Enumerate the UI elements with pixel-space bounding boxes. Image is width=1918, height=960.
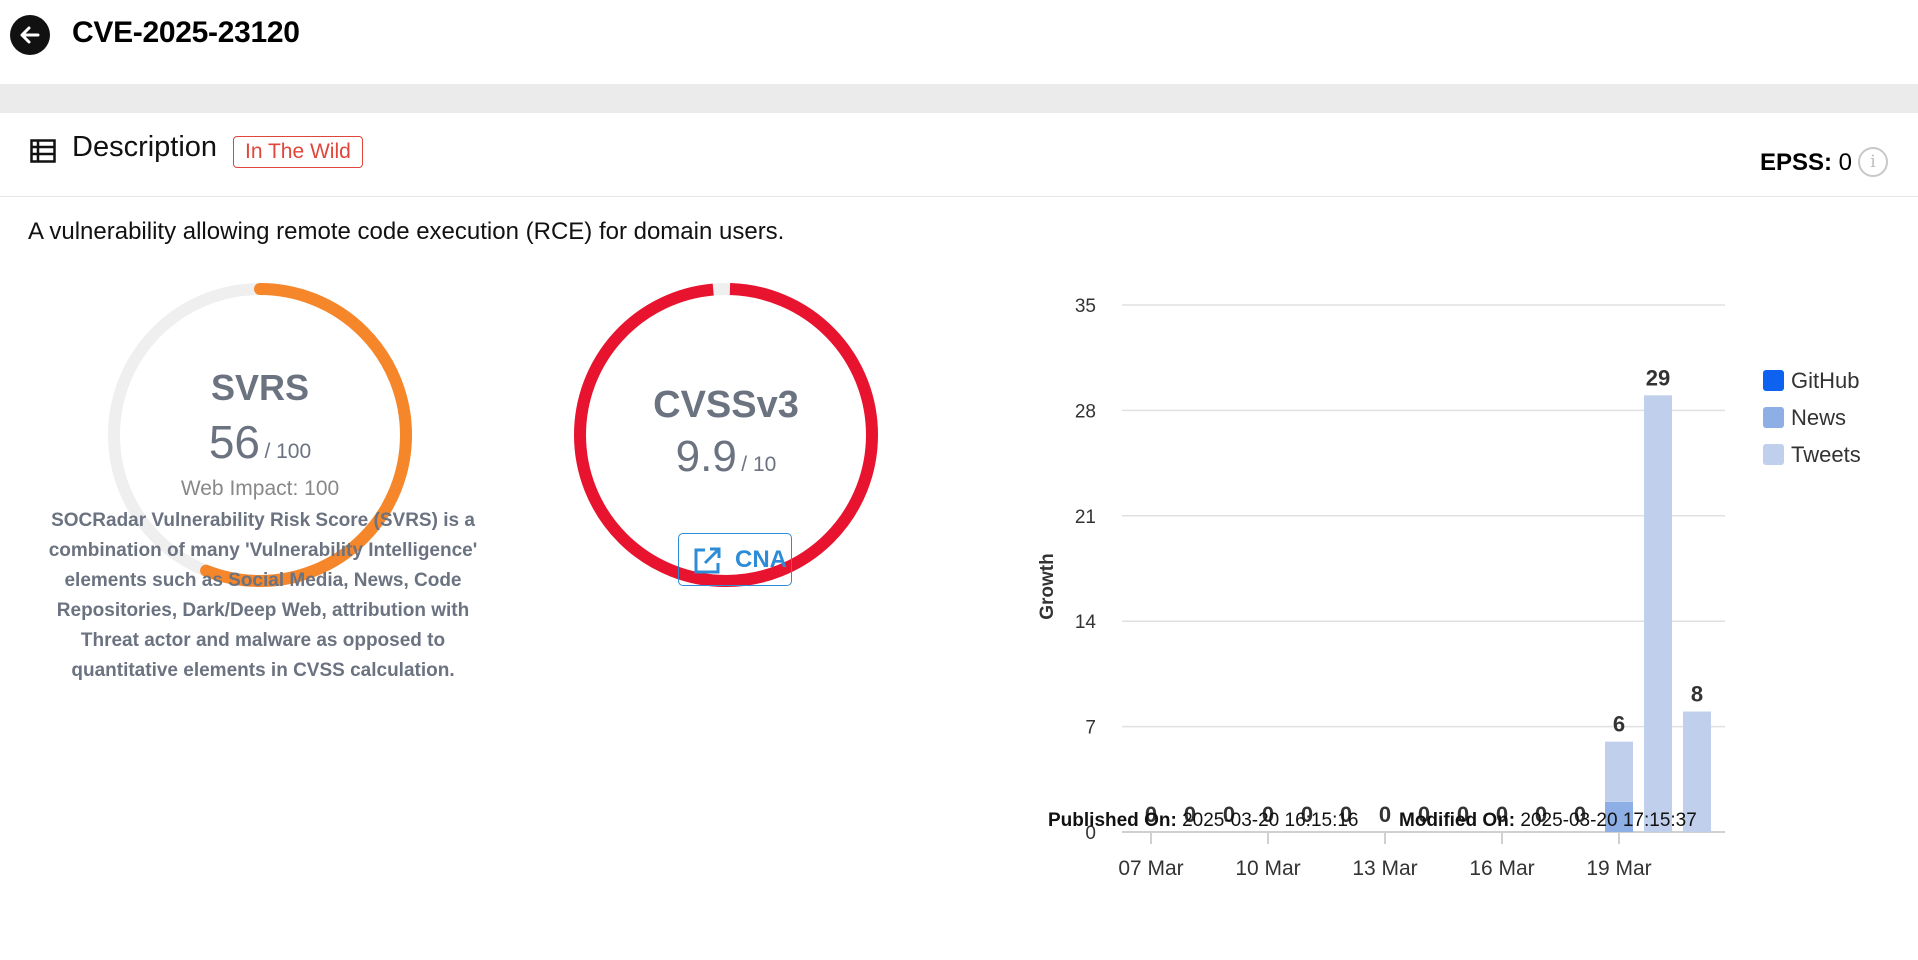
list-icon bbox=[30, 139, 56, 163]
y-axis-title: Growth bbox=[1037, 553, 1058, 620]
legend-label: Tweets bbox=[1791, 442, 1861, 467]
data-label: 0 bbox=[1379, 802, 1391, 827]
svrs-description: SOCRadar Vulnerability Risk Score (SVRS)… bbox=[48, 510, 478, 681]
y-tick-label: 7 bbox=[1085, 718, 1096, 739]
cvss-score: 9.9 bbox=[675, 432, 737, 481]
in-the-wild-badge: In The Wild bbox=[233, 136, 363, 168]
web-impact: Web Impact: 100 bbox=[180, 477, 340, 500]
bar-tweets bbox=[1605, 741, 1633, 802]
description-text: A vulnerability allowing remote code exe… bbox=[28, 218, 785, 245]
epss-score: EPSS: 0 bbox=[1760, 149, 1852, 177]
bar-tweets bbox=[1644, 395, 1672, 832]
svrs-label: SVRS bbox=[210, 367, 310, 408]
legend-label: News bbox=[1791, 405, 1847, 430]
y-tick-label: 35 bbox=[1075, 296, 1096, 317]
y-tick-label: 28 bbox=[1075, 401, 1096, 422]
svrs-max: / 100 bbox=[264, 440, 312, 463]
cna-label: CNA bbox=[735, 546, 787, 573]
modified-label: Modified On: bbox=[1399, 810, 1516, 831]
section-title: Description bbox=[72, 131, 218, 163]
y-tick-label: 14 bbox=[1075, 612, 1097, 633]
back-button[interactable] bbox=[10, 15, 50, 55]
cvss-label: CVSSv3 bbox=[653, 384, 799, 426]
data-label: 8 bbox=[1691, 682, 1703, 707]
top-bar: CVE-2025-23120 bbox=[0, 0, 1918, 84]
modified-date: Modified On: 2025-03-20 17:15:37 bbox=[1399, 810, 1697, 832]
x-tick-label: 10 Mar bbox=[1235, 857, 1300, 880]
growth-chart: 0714212835Growth0 0 0 0 0 0 0 0 0 0 0 0629807 Mar 10… bbox=[1037, 296, 1725, 880]
data-label: 6 bbox=[1613, 712, 1625, 737]
cvss-max: / 10 bbox=[741, 453, 777, 476]
external-link-icon bbox=[694, 547, 721, 574]
epss-label: EPSS: bbox=[1759, 149, 1832, 176]
data-label: 29 bbox=[1646, 365, 1670, 390]
legend-label: GitHub bbox=[1791, 368, 1860, 393]
modified-value: 2025-03-20 17:15:37 bbox=[1520, 810, 1697, 831]
arrow-left-icon bbox=[20, 26, 40, 44]
x-tick-label: 13 Mar bbox=[1352, 857, 1417, 880]
published-label: Published On: bbox=[1048, 810, 1177, 831]
legend-swatch bbox=[1763, 407, 1784, 428]
page-title: CVE-2025-23120 bbox=[72, 16, 300, 49]
published-value: 2025-03-20 16:15:16 bbox=[1182, 810, 1359, 831]
card-header: Description In The Wild EPSS: 0 i bbox=[0, 113, 1918, 197]
x-tick-label: 19 Mar bbox=[1586, 857, 1651, 880]
published-date: Published On: 2025-03-20 16:15:16 bbox=[1048, 810, 1359, 832]
section-divider bbox=[0, 84, 1918, 113]
legend-swatch bbox=[1763, 370, 1784, 391]
x-tick-label: 07 Mar bbox=[1118, 857, 1183, 880]
legend-swatch bbox=[1763, 444, 1784, 465]
info-icon[interactable]: i bbox=[1858, 147, 1888, 177]
cvss-score-line: 9.9 / 10 bbox=[573, 432, 879, 482]
epss-value: 0 bbox=[1838, 149, 1852, 176]
y-tick-label: 21 bbox=[1075, 507, 1096, 528]
x-tick-label: 16 Mar bbox=[1469, 857, 1534, 880]
svrs-score-line: 56 / 100 bbox=[107, 415, 413, 469]
svrs-score: 56 bbox=[208, 416, 260, 468]
cna-button[interactable]: CNA bbox=[678, 533, 792, 586]
